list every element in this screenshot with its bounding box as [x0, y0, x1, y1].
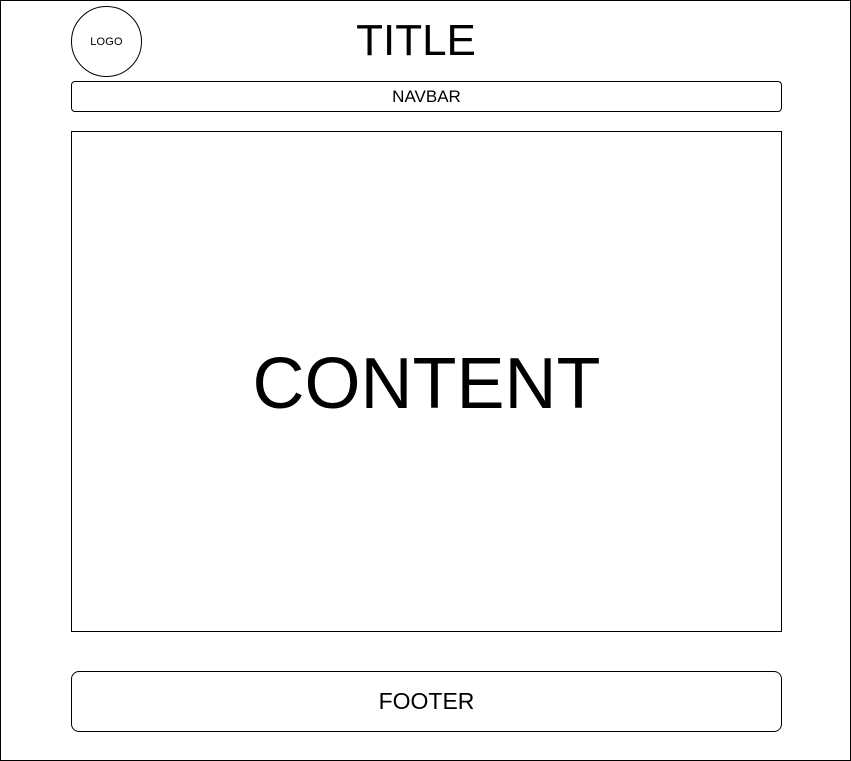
- wireframe-page: LOGO TITLE NAVBAR CONTENT FOOTER: [0, 0, 851, 761]
- footer-label: FOOTER: [378, 688, 475, 714]
- content-label: CONTENT: [252, 343, 601, 424]
- page-title: TITLE: [356, 16, 476, 65]
- content-area: CONTENT: [71, 131, 782, 632]
- footer: FOOTER: [71, 671, 782, 732]
- navbar-label: NAVBAR: [392, 86, 461, 106]
- logo[interactable]: LOGO: [71, 6, 142, 77]
- logo-label: LOGO: [90, 35, 123, 48]
- navbar[interactable]: NAVBAR: [71, 81, 782, 112]
